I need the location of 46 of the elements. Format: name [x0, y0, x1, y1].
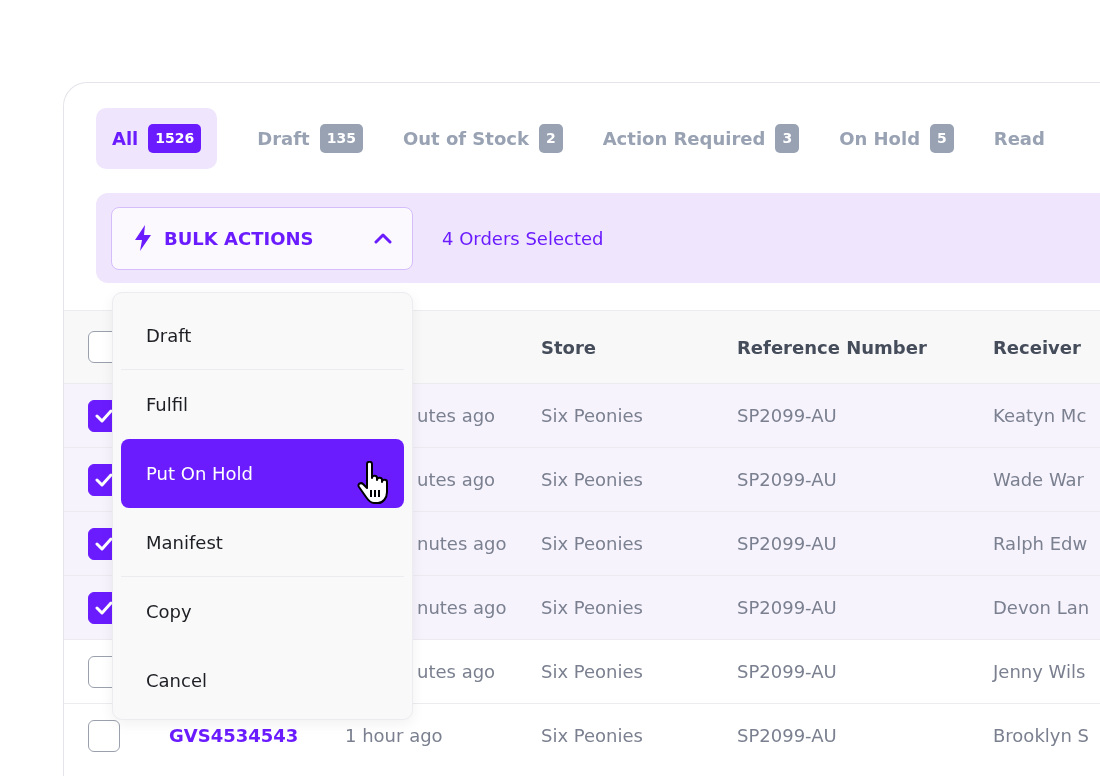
time-cell: utes ago	[417, 661, 496, 682]
time-cell: utes ago	[417, 405, 496, 426]
receiver-cell: Brooklyn S	[993, 725, 1089, 746]
store-cell: Six Peonies	[541, 597, 643, 618]
selection-count: 4 Orders Selected	[442, 226, 604, 251]
column-header: Reference Number	[736, 335, 928, 360]
count-badge: 135	[319, 123, 363, 153]
menu-item[interactable]: Fulfil	[121, 370, 404, 439]
menu-item[interactable]: Put On Hold	[121, 439, 404, 508]
time-cell: utes ago	[417, 469, 496, 490]
time-cell: nutes ago	[417, 533, 507, 554]
menu-item[interactable]: Cancel	[121, 646, 404, 715]
menu-item[interactable]: Draft	[121, 301, 404, 370]
reference-cell: SP2099-AU	[737, 533, 837, 554]
count-badge: 2	[538, 123, 563, 153]
bulk-actions-button[interactable]: BULK ACTIONS	[111, 206, 413, 270]
receiver-cell: Wade War	[993, 469, 1084, 490]
reference-cell: SP2099-AU	[737, 469, 837, 490]
reference-cell: SP2099-AU	[737, 725, 837, 746]
store-cell: Six Peonies	[541, 725, 643, 746]
reference-cell: SP2099-AU	[737, 597, 837, 618]
lightning-icon	[134, 225, 152, 251]
time-cell: nutes ago	[417, 597, 507, 618]
count-badge: 3	[775, 123, 800, 153]
reference-cell: SP2099-AU	[737, 661, 837, 682]
order-link[interactable]: GVS4534543	[156, 725, 299, 746]
store-cell: Six Peonies	[541, 469, 643, 490]
count-badge: 5	[930, 123, 954, 153]
store-cell: Six Peonies	[541, 533, 643, 554]
store-cell: Six Peonies	[541, 405, 643, 426]
chevron-up-icon	[374, 232, 392, 244]
hand-cursor-icon	[356, 461, 390, 505]
receiver-cell: Jenny Wils	[993, 661, 1086, 682]
count-badge: 1526	[148, 123, 202, 153]
store-cell: Six Peonies	[541, 661, 643, 682]
row-checkbox[interactable]	[88, 719, 120, 752]
receiver-cell: Ralph Edw	[993, 533, 1088, 554]
column-header: Receiver	[992, 335, 1082, 360]
menu-item[interactable]: Copy	[121, 577, 404, 646]
menu-item[interactable]: Manifest	[121, 508, 404, 577]
receiver-cell: Devon Lan	[993, 597, 1090, 618]
time-cell: 1 hour ago	[345, 725, 443, 746]
reference-cell: SP2099-AU	[737, 405, 837, 426]
receiver-cell: Keatyn Mc	[993, 405, 1087, 426]
filter-tab[interactable]: All 1526	[96, 107, 218, 169]
column-header: Store	[540, 335, 598, 360]
